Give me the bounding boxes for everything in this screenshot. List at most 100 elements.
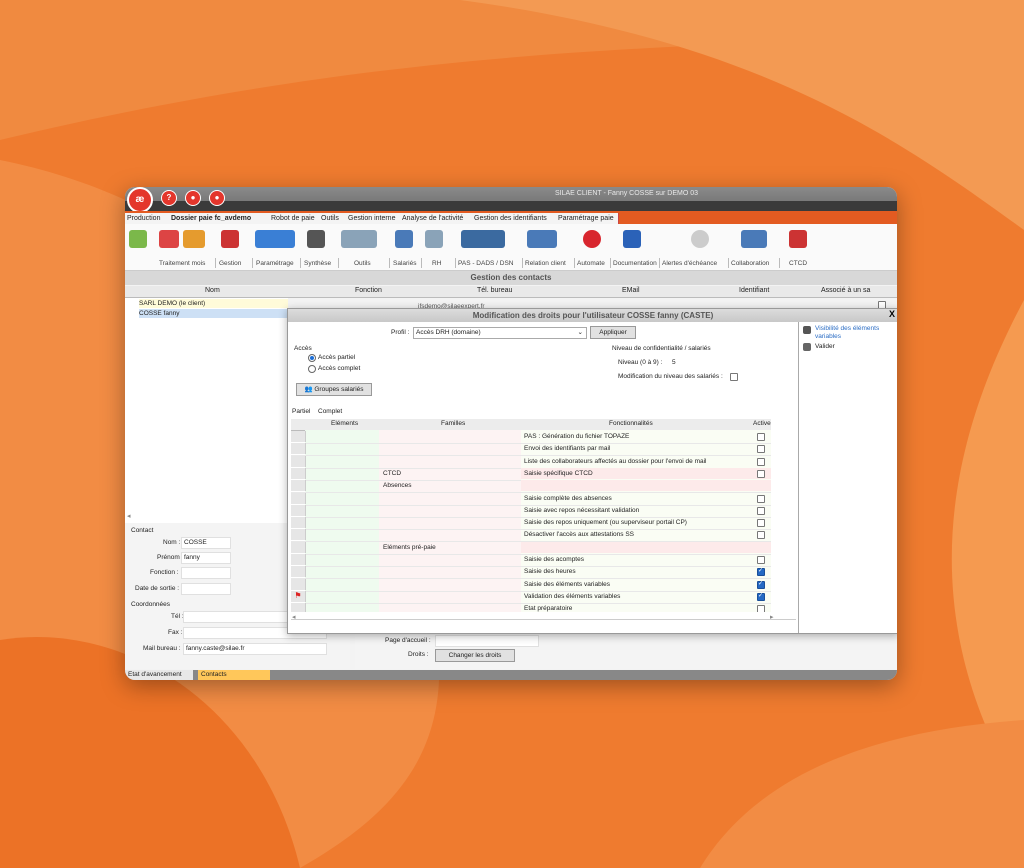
ribbon-label-alertes[interactable]: Alertes d'échéance: [662, 260, 717, 267]
visibilite-link[interactable]: Visibilité des éléments variables: [815, 325, 895, 341]
active-checkbox[interactable]: [757, 580, 765, 589]
grid-row[interactable]: Absences: [291, 480, 771, 494]
tab-contacts[interactable]: Contacts: [198, 670, 270, 680]
grid-row[interactable]: Etat préparatoire: [291, 603, 771, 612]
row-handle[interactable]: [291, 554, 306, 565]
valider-button[interactable]: Valider: [815, 343, 835, 350]
grid-col-fonctionnalites[interactable]: Fonctionnalités: [609, 420, 653, 427]
help-icon[interactable]: ?: [161, 190, 177, 206]
salaries-icon[interactable]: [395, 230, 413, 248]
ribbon-label-parametrage[interactable]: Paramétrage: [256, 260, 294, 267]
flag-icon[interactable]: ⚑: [291, 590, 306, 602]
folder-icon[interactable]: [129, 230, 147, 248]
grid-col-elements[interactable]: Eléments: [331, 420, 358, 427]
col-tel-bureau[interactable]: Tél. bureau: [477, 287, 512, 294]
grid-row[interactable]: Saisie avec repos nécessitant validation: [291, 504, 771, 518]
col-associe[interactable]: Associé à un sa: [821, 287, 870, 294]
grid-row[interactable]: Envoi des identifiants par mail: [291, 443, 771, 457]
parametrage-icon[interactable]: [255, 230, 295, 248]
tab-gestion-interne[interactable]: Gestion interne: [346, 213, 401, 224]
traitement-mois-icon[interactable]: [159, 230, 179, 248]
ribbon-label-collaboration[interactable]: Collaboration: [731, 260, 769, 267]
row-handle[interactable]: [291, 492, 306, 504]
col-email[interactable]: EMail: [622, 287, 640, 294]
ribbon-label-ctcd[interactable]: CTCD: [789, 260, 807, 267]
ribbon-label-outils[interactable]: Outils: [354, 260, 371, 267]
active-checkbox[interactable]: [757, 494, 765, 503]
row-handle[interactable]: [291, 443, 306, 455]
grid-row[interactable]: Saisie des repos uniquement (ou supervis…: [291, 517, 771, 531]
grid-row[interactable]: Saisie des heures: [291, 566, 771, 580]
row-handle[interactable]: [291, 467, 306, 479]
active-checkbox[interactable]: [757, 605, 765, 612]
acces-complet-label[interactable]: Accès complet: [318, 365, 360, 372]
col-nom[interactable]: Nom: [205, 287, 220, 294]
grid-row[interactable]: Saisie des acomptes: [291, 554, 771, 567]
fonction-field[interactable]: [181, 567, 231, 579]
outils-icon[interactable]: [341, 230, 377, 248]
automate-icon[interactable]: [583, 230, 601, 248]
tab-dossier-paie[interactable]: Dossier paie fc_avdemo: [169, 213, 270, 224]
active-checkbox[interactable]: [757, 531, 765, 540]
tab-etat-avancement[interactable]: Etat d'avancement: [125, 670, 193, 680]
modif-niveau-checkbox[interactable]: [730, 373, 738, 381]
scroll-left-icon[interactable]: ◂: [127, 512, 131, 520]
active-checkbox[interactable]: [757, 556, 765, 564]
col-fonction[interactable]: Fonction: [355, 287, 382, 294]
tab-outils[interactable]: Outils: [319, 213, 348, 224]
acces-partiel-radio[interactable]: [308, 354, 316, 362]
tab-production[interactable]: Production: [125, 213, 170, 224]
row-handle[interactable]: [291, 455, 306, 467]
grid-row[interactable]: ⚑ Validation des éléments variables: [291, 590, 771, 604]
rh-icon[interactable]: [425, 230, 443, 248]
grid-row[interactable]: Désactiver l'accès aux attestations SS: [291, 529, 771, 543]
ribbon-label-gestion[interactable]: Gestion: [219, 260, 241, 267]
prenom-field[interactable]: fanny: [181, 552, 231, 564]
relation-client-icon[interactable]: [527, 230, 557, 248]
page-accueil-field[interactable]: [435, 635, 539, 647]
profil-select[interactable]: Accès DRH (domaine) ⌄: [413, 327, 587, 339]
row-handle[interactable]: [291, 517, 306, 529]
grid-row[interactable]: PAS : Génération du fichier TOPAZE: [291, 431, 771, 444]
active-checkbox[interactable]: [757, 445, 765, 454]
active-checkbox[interactable]: [757, 567, 765, 577]
logo-icon[interactable]: æ: [127, 187, 153, 213]
tab-robot-paie[interactable]: Robot de paie: [269, 213, 320, 224]
changer-droits-button[interactable]: Changer les droits: [435, 649, 515, 662]
pas-dads-icon[interactable]: [461, 230, 505, 248]
grid-row[interactable]: Saisie complète des absences: [291, 492, 771, 506]
ribbon-label-documentation[interactable]: Documentation: [613, 260, 657, 267]
active-checkbox[interactable]: [757, 506, 765, 515]
collaboration-icon[interactable]: [741, 230, 767, 248]
acces-partiel-label[interactable]: Accès partiel: [318, 354, 355, 361]
ribbon-label-automate[interactable]: Automate: [577, 260, 605, 267]
ctcd-icon[interactable]: [789, 230, 807, 248]
subtab-partiel[interactable]: Partiel: [292, 408, 310, 415]
ribbon-label-traitement-mois[interactable]: Traitement mois: [159, 260, 205, 267]
table-row[interactable]: COSSE fanny: [139, 309, 288, 318]
active-checkbox[interactable]: [757, 433, 765, 441]
grid-row[interactable]: Eléments pré-paie: [291, 541, 771, 555]
alarm-clock-icon[interactable]: [691, 230, 709, 248]
grid-col-familles[interactable]: Familles: [441, 420, 465, 427]
groupes-salaries-button[interactable]: 👥 Groupes salariés: [296, 383, 372, 396]
row-handle[interactable]: [291, 603, 306, 612]
gestion-icon[interactable]: [221, 230, 239, 248]
synthese-icon[interactable]: [307, 230, 325, 248]
ribbon-label-pas-dads[interactable]: PAS - DADS / DSN: [458, 260, 514, 267]
row-handle[interactable]: [291, 480, 306, 492]
nom-field[interactable]: COSSE: [181, 537, 231, 549]
table-row[interactable]: SARL DEMO (le client): [139, 299, 288, 308]
row-handle[interactable]: [291, 504, 306, 516]
acces-complet-radio[interactable]: [308, 365, 316, 373]
row-handle[interactable]: [291, 431, 306, 442]
grid-col-active[interactable]: Active: [753, 420, 771, 427]
chat-icon[interactable]: ●: [185, 190, 201, 206]
tab-analyse-activite[interactable]: Analyse de l'activité: [400, 213, 473, 224]
row-handle[interactable]: [291, 529, 306, 541]
ribbon-label-salaries[interactable]: Salariés: [393, 260, 416, 267]
col-identifiant[interactable]: Identifiant: [739, 287, 769, 294]
grid-row[interactable]: Liste des collaborateurs affectés au dos…: [291, 455, 771, 469]
grid-row[interactable]: Saisie des éléments variables: [291, 578, 771, 592]
active-checkbox[interactable]: [757, 457, 765, 466]
